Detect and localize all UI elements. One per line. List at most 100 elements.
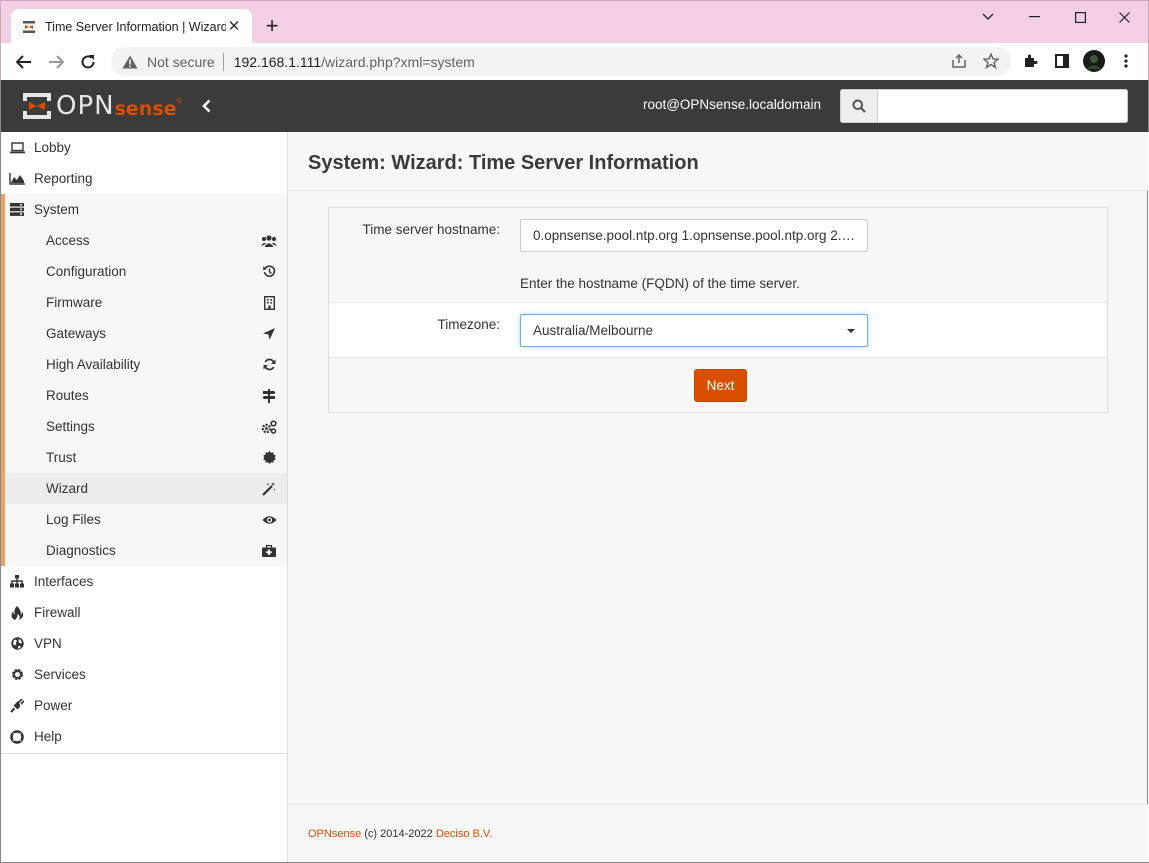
hostname-input[interactable]: 0.opnsense.pool.ntp.org 1.opnsense.pool.… bbox=[520, 219, 868, 252]
warning-icon[interactable] bbox=[121, 53, 139, 71]
search-input[interactable] bbox=[878, 89, 1128, 123]
next-button[interactable]: Next bbox=[694, 369, 747, 402]
collapse-sidebar-chevron-icon[interactable] bbox=[198, 97, 214, 115]
users-icon bbox=[261, 233, 277, 249]
sidebar-item-label: Settings bbox=[46, 419, 95, 434]
building-icon bbox=[261, 295, 277, 311]
sidebar-item-label: Wizard bbox=[46, 481, 89, 496]
sidebar-item-label: Firewall bbox=[34, 605, 81, 620]
sidebar-item-settings[interactable]: Settings bbox=[5, 411, 287, 442]
sidebar-item-access[interactable]: Access bbox=[5, 225, 287, 256]
server-icon bbox=[9, 202, 25, 218]
sidebar-item-power[interactable]: Power bbox=[1, 690, 287, 721]
sidebar-item-label: Firmware bbox=[46, 295, 103, 310]
sidebar-item-log-files[interactable]: Log Files bbox=[5, 504, 287, 535]
cogs-icon bbox=[261, 419, 277, 435]
magic-icon bbox=[261, 481, 277, 497]
omnibox-divider bbox=[222, 52, 224, 71]
sidebar-item-routes[interactable]: Routes bbox=[5, 380, 287, 411]
browser-tabstrip: Time Server Information | Wizard ✕ + bbox=[0, 0, 1149, 44]
sidebar-item-wizard[interactable]: Wizard bbox=[5, 473, 287, 504]
main-content: System: Wizard: Time Server Information … bbox=[288, 132, 1148, 863]
sidebar-item-firewall[interactable]: Firewall bbox=[1, 597, 287, 628]
sidebar-item-interfaces[interactable]: Interfaces bbox=[1, 566, 287, 597]
sidebar-item-label: Power bbox=[34, 698, 73, 713]
hostname-hint: Enter the hostname (FQDN) of the time se… bbox=[520, 276, 800, 291]
forward-icon[interactable] bbox=[43, 49, 69, 75]
medkit-icon bbox=[261, 543, 277, 559]
opnsense-logo[interactable]: OPN sense ® bbox=[22, 91, 182, 121]
location-arrow-icon bbox=[261, 326, 277, 342]
footer-company-link[interactable]: Deciso B.V. bbox=[436, 828, 492, 840]
url-text[interactable]: 192.168.1.111/wizard.php?xml=system bbox=[234, 54, 475, 70]
opnsense-favicon-icon bbox=[21, 19, 37, 35]
sidebar-item-label: Diagnostics bbox=[46, 543, 116, 558]
tab-close-icon[interactable]: ✕ bbox=[226, 18, 242, 35]
logo-registered-mark: ® bbox=[176, 97, 182, 105]
url-path: /wizard.php?xml=system bbox=[321, 53, 475, 70]
area-chart-icon bbox=[9, 171, 25, 187]
sidebar-item-label: Gateways bbox=[46, 326, 107, 341]
sidebar-item-lobby[interactable]: Lobby bbox=[1, 132, 287, 163]
cog-icon bbox=[9, 667, 25, 683]
window-dropdown-icon[interactable] bbox=[965, 5, 1011, 29]
sidebar-item-configuration[interactable]: Configuration bbox=[5, 256, 287, 287]
sidebar-item-services[interactable]: Services bbox=[1, 659, 287, 690]
opnsense-logo-icon bbox=[23, 93, 51, 119]
close-window-icon[interactable] bbox=[1101, 5, 1147, 29]
address-bar[interactable]: Not secure 192.168.1.111/wizard.php?xml=… bbox=[111, 47, 1011, 76]
sidebar-item-label: Help bbox=[34, 729, 62, 744]
fire-icon bbox=[9, 605, 25, 621]
sidebar-item-label: VPN bbox=[34, 636, 62, 651]
form-row-timezone: Timezone: Australia/Melbourne bbox=[329, 303, 1107, 358]
search-icon[interactable] bbox=[840, 89, 878, 123]
sitemap-icon bbox=[9, 574, 25, 590]
page-header: System: Wizard: Time Server Information bbox=[288, 132, 1148, 191]
minimize-icon[interactable] bbox=[1011, 5, 1057, 29]
maximize-icon[interactable] bbox=[1057, 5, 1103, 29]
new-tab-button[interactable]: + bbox=[260, 15, 284, 39]
timezone-label: Timezone: bbox=[437, 317, 500, 332]
sidebar-divider bbox=[1, 753, 288, 754]
refresh-icon bbox=[261, 357, 277, 373]
sidebar-item-label: Lobby bbox=[34, 140, 71, 155]
tab-title: Time Server Information | Wizard bbox=[45, 19, 226, 34]
sidebar-item-help[interactable]: Help bbox=[1, 721, 287, 752]
plug-icon bbox=[9, 698, 25, 714]
back-icon[interactable] bbox=[11, 49, 37, 75]
bookmark-star-icon[interactable] bbox=[979, 49, 1003, 73]
user-account-link[interactable]: root@OPNsense.localdomain bbox=[601, 97, 821, 112]
sidebar-item-firmware[interactable]: Firmware bbox=[5, 287, 287, 318]
form-row-actions: Next bbox=[329, 358, 1107, 412]
profile-avatar-icon[interactable] bbox=[1082, 49, 1106, 73]
extensions-icon[interactable] bbox=[1018, 49, 1042, 73]
sidebar-item-diagnostics[interactable]: Diagnostics bbox=[5, 535, 287, 566]
footer-text: OPNsense (c) 2014-2022 Deciso B.V. bbox=[308, 828, 492, 840]
browser-menu-icon[interactable] bbox=[1114, 49, 1138, 73]
browser-toolbar: Not secure 192.168.1.111/wizard.php?xml=… bbox=[0, 43, 1149, 80]
reload-icon[interactable] bbox=[75, 49, 101, 75]
footer-copyright: (c) 2014-2022 bbox=[361, 828, 436, 840]
sidebar-item-label: System bbox=[34, 202, 80, 217]
sidebar-item-system[interactable]: System bbox=[1, 194, 287, 225]
sidebar-item-vpn[interactable]: VPN bbox=[1, 628, 287, 659]
sidebar-item-gateways[interactable]: Gateways bbox=[5, 318, 287, 349]
side-panel-icon[interactable] bbox=[1050, 49, 1074, 73]
share-icon[interactable] bbox=[947, 49, 971, 73]
sidebar-item-label: Interfaces bbox=[34, 574, 94, 589]
sidebar-item-label: Log Files bbox=[46, 512, 101, 527]
sidebar-item-trust[interactable]: Trust bbox=[5, 442, 287, 473]
timezone-select[interactable]: Australia/Melbourne bbox=[520, 314, 868, 347]
sidebar-item-reporting[interactable]: Reporting bbox=[1, 163, 287, 194]
timezone-selected-value: Australia/Melbourne bbox=[533, 323, 654, 338]
browser-tab[interactable]: Time Server Information | Wizard ✕ bbox=[11, 9, 252, 44]
footer-brand-link[interactable]: OPNsense bbox=[308, 828, 361, 840]
not-secure-label[interactable]: Not secure bbox=[147, 54, 215, 70]
logo-text-opn: OPN bbox=[56, 91, 115, 121]
sidebar-item-label: Configuration bbox=[46, 264, 127, 279]
page-title: System: Wizard: Time Server Information bbox=[308, 152, 699, 174]
sidebar-item-label: Routes bbox=[46, 388, 89, 403]
caret-down-icon bbox=[847, 329, 855, 333]
sidebar-item-high-availability[interactable]: High Availability bbox=[5, 349, 287, 380]
map-signs-icon bbox=[261, 388, 277, 404]
